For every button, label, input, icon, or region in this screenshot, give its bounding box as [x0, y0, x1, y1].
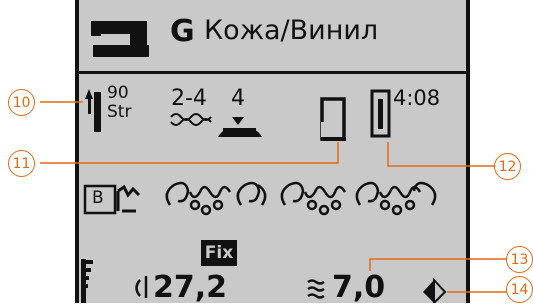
callout-10: 10: [8, 89, 35, 116]
stitch-width-value: 7,0: [332, 270, 386, 305]
callout-14: 14: [506, 276, 533, 303]
stitch-length-value: 27,2: [153, 270, 228, 305]
callout-13: 13: [506, 246, 533, 273]
foot-base: [321, 137, 346, 141]
callout-11: 11: [8, 150, 35, 177]
presser-foot-value: 4: [231, 86, 245, 111]
divider: [75, 71, 470, 74]
position-arrows-icon: [423, 277, 447, 303]
decorative-stitch-pattern-icon: [165, 181, 437, 216]
stitch-plate-icon: [370, 89, 391, 138]
speed-bars-icon: [81, 259, 93, 303]
mode-letter: B: [92, 188, 104, 208]
needle-icon: [85, 89, 101, 132]
needle-size: 90: [107, 83, 129, 103]
stitch-length-icon: [135, 276, 148, 298]
thread-tension-value: 2-4: [171, 86, 207, 111]
presser-foot-icon: [218, 117, 262, 137]
thread-tension-icon: [170, 113, 212, 126]
needle-type: Str: [107, 102, 132, 122]
sewing-machine-icon: [91, 21, 149, 57]
callout-lines: [40, 101, 507, 293]
stitch-plate-code: 4:08: [393, 86, 441, 110]
fabric-name: Кожа/Винил: [204, 15, 379, 46]
fix-badge: Fix: [201, 240, 237, 266]
stitch-width-icon: [307, 279, 325, 299]
callout-12: 12: [494, 153, 521, 180]
fabric-group-letter: G: [170, 14, 195, 49]
